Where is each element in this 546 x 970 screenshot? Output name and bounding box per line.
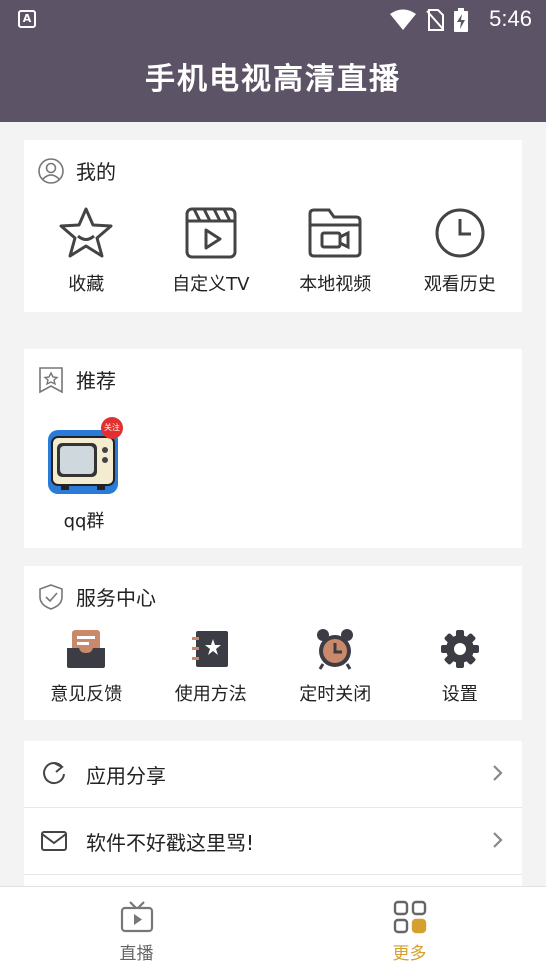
recommend-card: 推荐 关注 qq群 [24,349,522,548]
qq-group-label: qq群 [63,511,105,532]
chevron-right-icon [493,832,503,848]
mine-header: 我的 [38,156,116,185]
list-row-partial [24,875,522,886]
feedback-button[interactable]: 意见反馈 [24,628,149,706]
chevron-right-icon [493,765,503,781]
bottom-nav: 直播 更多 [0,886,546,970]
share-refresh-icon [43,762,65,785]
status-bar: A 5:46 [0,0,546,38]
favorites-label: 收藏 [68,274,105,295]
watch-history-button[interactable]: 观看历史 [398,206,523,296]
page-title: 手机电视高清直播 [0,38,546,122]
share-app-row[interactable]: 应用分享 [24,741,522,807]
wifi-icon [390,9,416,30]
service-grid: 意见反馈 使用方法 定时关闭 设置 [24,628,522,706]
clock-text: 5:46 [489,6,532,31]
timer-off-label: 定时关闭 [299,684,372,705]
service-header: 服务中心 [38,582,156,611]
clock-icon [435,208,485,258]
grid-icon [393,900,426,934]
tab-more[interactable]: 更多 [273,887,546,970]
mail-icon [41,831,67,851]
qq-group-item[interactable]: 关注 qq群 [46,417,123,533]
local-video-label: 本地视频 [299,274,372,295]
battery-charging-icon [454,8,468,32]
bookmark-star-icon [39,366,63,393]
tab-live[interactable]: 直播 [0,887,273,970]
shield-check-icon [39,583,63,610]
gear-icon [440,630,479,668]
video-folder-icon [308,208,362,258]
app-notification-icon: A [18,10,36,28]
favorites-button[interactable]: 收藏 [24,206,149,296]
user-icon [38,157,64,184]
custom-tv-label: 自定义TV [172,274,250,295]
mine-title: 我的 [76,160,116,184]
manual-book-icon [191,631,228,667]
settings-label: 设置 [441,684,478,705]
feedback-complaint-label: 软件不好戳这里骂! [86,830,255,855]
feedback-tray-icon [67,630,106,668]
tab-more-label: 更多 [392,944,427,964]
feedback-label: 意见反馈 [50,684,123,705]
recommend-title: 推荐 [76,369,116,393]
usage-guide-label: 使用方法 [174,684,247,705]
tab-live-label: 直播 [119,944,154,964]
no-sim-icon [426,9,444,31]
watch-history-label: 观看历史 [423,274,496,295]
local-video-button[interactable]: 本地视频 [273,206,398,296]
star-icon [59,207,113,258]
status-icons [390,8,468,32]
service-card: 服务中心 意见反馈 使用方法 定时关闭 设置 [24,566,522,720]
tv-play-icon [120,901,153,933]
video-clapper-icon [185,207,237,259]
follow-badge: 关注 [101,417,123,439]
recommend-header: 推荐 [38,365,116,394]
mine-grid: 收藏 自定义TV 本地视频 观看历史 [24,206,522,296]
mine-card: 我的 收藏 自定义TV 本地视频 观看历史 [24,140,522,312]
service-title: 服务中心 [76,586,156,610]
feedback-complaint-row[interactable]: 软件不好戳这里骂! [24,808,522,874]
custom-tv-button[interactable]: 自定义TV [149,206,274,296]
usage-guide-button[interactable]: 使用方法 [149,628,274,706]
share-app-label: 应用分享 [86,763,166,788]
timer-off-button[interactable]: 定时关闭 [273,628,398,706]
alarm-clock-icon [317,629,354,670]
settings-button[interactable]: 设置 [398,628,523,706]
